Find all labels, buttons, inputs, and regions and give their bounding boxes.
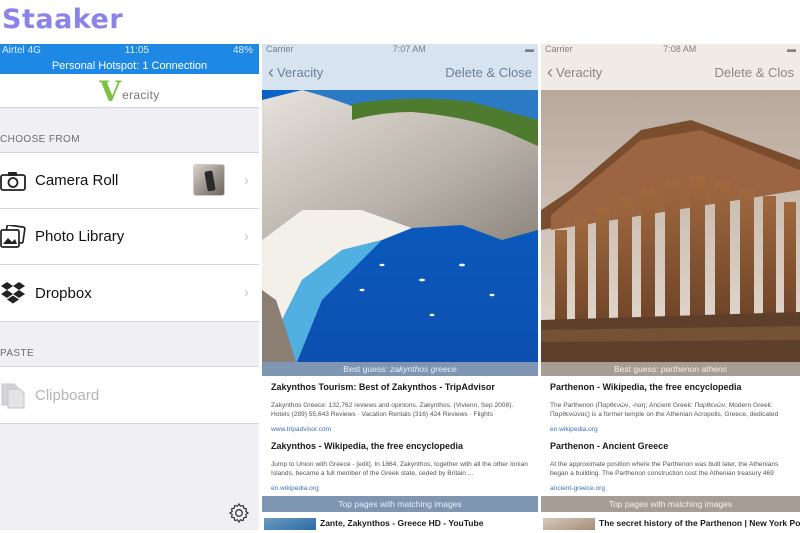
gear-icon[interactable] bbox=[228, 502, 250, 524]
back-label: Veracity bbox=[277, 65, 324, 80]
top-page-title: Zante, Zakynthos - Greece HD - YouTube bbox=[320, 518, 484, 528]
clock: 7:07 AM bbox=[392, 44, 426, 54]
source-list: Camera Roll › Photo Library › Dropbox › bbox=[0, 152, 259, 322]
source-camera-roll[interactable]: Camera Roll › bbox=[0, 153, 259, 209]
result-title-link[interactable]: Zakynthos Tourism: Best of Zakynthos - T… bbox=[271, 382, 529, 392]
search-results: Parthenon - Wikipedia, the free encyclop… bbox=[541, 376, 800, 496]
chevron-right-icon: › bbox=[244, 228, 249, 245]
battery-level: 48% bbox=[232, 45, 253, 56]
brand-wordmark: Staaker bbox=[2, 4, 124, 35]
chevron-right-icon: › bbox=[244, 172, 249, 189]
result-snippet: Jump to Union with Greece - [edit]. In 1… bbox=[271, 461, 528, 477]
delete-close-button[interactable]: Delete & Clos bbox=[715, 65, 794, 80]
source-dropbox[interactable]: Dropbox › bbox=[0, 265, 259, 321]
best-guess-value: zakynthos greece bbox=[390, 364, 457, 374]
result-screen-zakynthos: Carrier 7:07 AM ▬ ‹ Veracity Delete & Cl… bbox=[262, 44, 538, 530]
nav-bar: ‹ Veracity Delete & Clos bbox=[541, 55, 800, 90]
app-logo: V eracity bbox=[0, 74, 259, 108]
logo-mark: V bbox=[99, 74, 122, 108]
logo-text: eracity bbox=[122, 87, 160, 102]
result-url[interactable]: www.tripadvisor.com bbox=[271, 426, 529, 433]
result-title-link[interactable]: Zakynthos - Wikipedia, the free encyclop… bbox=[271, 441, 529, 451]
top-page-title: The secret history of the Parthenon | Ne… bbox=[599, 518, 800, 528]
best-guess-banner: Best guess: zakynthos greece bbox=[262, 362, 538, 376]
search-results: Zakynthos Tourism: Best of Zakynthos - T… bbox=[262, 376, 538, 496]
back-button[interactable]: ‹ Veracity bbox=[268, 61, 324, 82]
clock: 11:05 bbox=[124, 45, 150, 56]
result-snippet: Zakynthos Greece: 132,762 reviews and op… bbox=[271, 402, 514, 418]
battery-icon: ▬ bbox=[524, 44, 534, 54]
back-button[interactable]: ‹ Veracity bbox=[547, 61, 603, 82]
source-label: Photo Library bbox=[35, 228, 125, 245]
result-url[interactable]: en.wikipedia.org bbox=[550, 426, 791, 433]
carrier-label: Carrier bbox=[545, 44, 573, 54]
best-guess-value: parthenon athens bbox=[660, 364, 727, 374]
source-clipboard[interactable]: Clipboard bbox=[0, 367, 259, 423]
result-url[interactable]: ancient-greece.org bbox=[550, 485, 791, 492]
top-page-item[interactable]: The secret history of the Parthenon | Ne… bbox=[541, 512, 800, 530]
carrier-label: Carrier bbox=[266, 44, 294, 54]
photo-library-icon bbox=[0, 209, 35, 265]
top-pages-header: Top pages with matching images bbox=[262, 496, 538, 512]
status-bar: Carrier 7:08 AM ▬ bbox=[541, 44, 800, 55]
hotspot-banner[interactable]: Personal Hotspot: 1 Connection bbox=[0, 60, 259, 72]
back-label: Veracity bbox=[556, 65, 603, 80]
delete-close-button[interactable]: Delete & Close bbox=[445, 65, 532, 80]
source-label: Camera Roll bbox=[35, 172, 119, 189]
best-guess-prefix: Best guess: bbox=[614, 364, 659, 374]
carrier-label: Airtel 4G bbox=[2, 45, 41, 56]
clipboard-icon bbox=[0, 367, 35, 423]
analyzed-photo bbox=[541, 90, 800, 362]
best-guess-prefix: Best guess: bbox=[343, 364, 388, 374]
status-bar: Carrier 7:07 AM ▬ bbox=[262, 44, 538, 55]
screenshot-root: Staaker Airtel 4G 11:05 48% Personal Hot… bbox=[0, 0, 800, 533]
result-snippet: The Parthenon (Παρθενών, -nαη; Ancient G… bbox=[550, 402, 779, 418]
best-guess-banner: Best guess: parthenon athens bbox=[541, 362, 800, 376]
clock: 7:08 AM bbox=[663, 44, 697, 54]
choose-from-header: CHOOSE FROM bbox=[0, 134, 80, 145]
source-photo-library[interactable]: Photo Library › bbox=[0, 209, 259, 265]
chevron-left-icon: ‹ bbox=[268, 61, 274, 82]
analyzed-photo bbox=[262, 90, 538, 362]
source-picker-screen: Airtel 4G 11:05 48% Personal Hotspot: 1 … bbox=[0, 44, 259, 530]
result-url[interactable]: en.wikipedia.org bbox=[271, 485, 529, 492]
top-pages-header: Top pages with matching images bbox=[541, 496, 800, 512]
camera-roll-thumbnail bbox=[193, 164, 225, 196]
nav-bar: ‹ Veracity Delete & Close bbox=[262, 55, 538, 90]
result-snippet: At the approximate position where the Pa… bbox=[550, 461, 779, 479]
paste-header: PASTE bbox=[0, 348, 35, 359]
status-bar: Airtel 4G 11:05 48% Personal Hotspot: 1 … bbox=[0, 44, 259, 74]
result-title-link[interactable]: Parthenon - Ancient Greece bbox=[550, 441, 791, 451]
source-label: Dropbox bbox=[35, 284, 92, 302]
top-page-thumbnail bbox=[264, 518, 316, 530]
camera-icon bbox=[0, 153, 35, 209]
top-page-thumbnail bbox=[543, 518, 595, 530]
paste-list: Clipboard bbox=[0, 366, 259, 424]
result-screen-parthenon: Carrier 7:08 AM ▬ ‹ Veracity Delete & Cl… bbox=[541, 44, 800, 530]
top-page-item[interactable]: Zante, Zakynthos - Greece HD - YouTube bbox=[262, 512, 538, 530]
chevron-left-icon: ‹ bbox=[547, 61, 553, 82]
battery-icon: ▬ bbox=[786, 44, 796, 54]
result-title-link[interactable]: Parthenon - Wikipedia, the free encyclop… bbox=[550, 382, 791, 392]
chevron-right-icon: › bbox=[244, 284, 249, 301]
source-label: Clipboard bbox=[35, 386, 100, 404]
dropbox-icon bbox=[0, 265, 35, 321]
